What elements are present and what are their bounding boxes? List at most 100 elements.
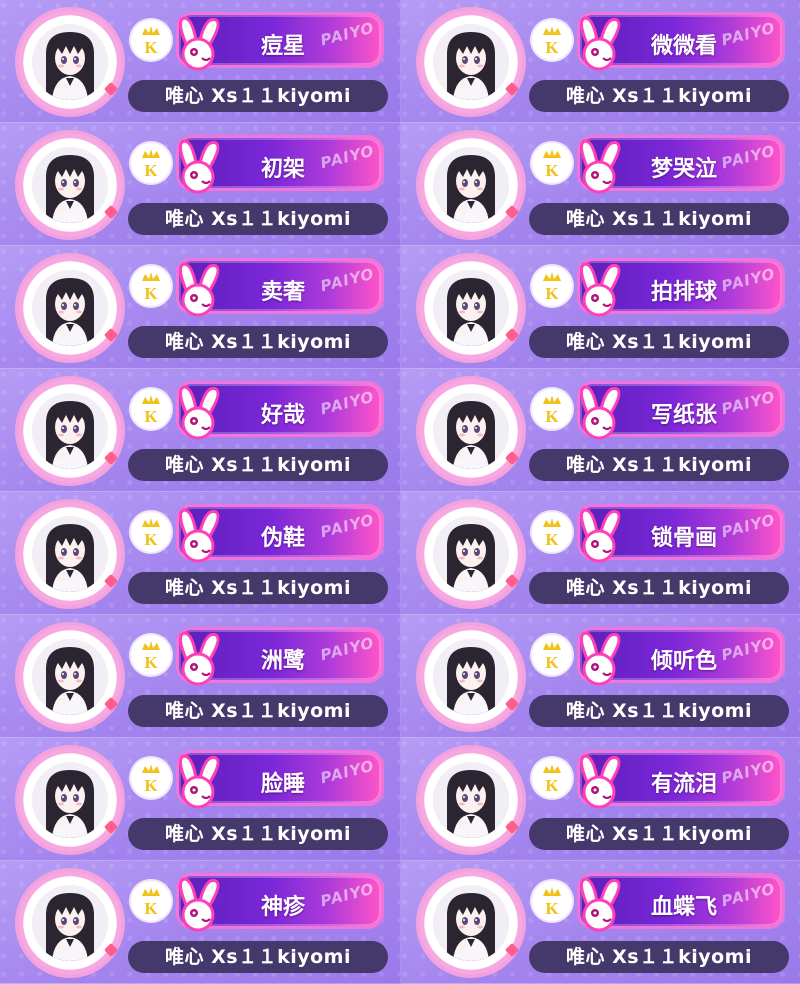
crown-k-icon: K: [532, 512, 572, 552]
nameplate-card[interactable]: K 有流泪 PAIYO 唯心 Xs１１kiyomi: [400, 738, 800, 861]
brand-watermark: PAIYO: [318, 264, 377, 296]
nameplate-card[interactable]: K 微微看 PAIYO 唯心 Xs１１kiyomi: [400, 0, 800, 123]
brand-watermark: PAIYO: [719, 264, 778, 296]
svg-text:K: K: [144, 530, 158, 549]
username-label: 唯心 Xs１１kiyomi: [529, 449, 789, 481]
username-label: 唯心 Xs１１kiyomi: [529, 326, 789, 358]
anime-girl-avatar-icon: [433, 393, 509, 469]
pink-bunny-icon: [573, 260, 631, 320]
avatar-frame: [18, 502, 122, 606]
avatar-frame: [18, 10, 122, 114]
crown-k-icon: K: [532, 635, 572, 675]
crown-k-icon: K: [131, 881, 171, 921]
brand-watermark: PAIYO: [318, 633, 377, 665]
brand-watermark: PAIYO: [318, 510, 377, 542]
nameplate-card[interactable]: K 锁骨画 PAIYO 唯心 Xs１１kiyomi: [400, 492, 800, 615]
crown-k-icon: K: [131, 635, 171, 675]
crown-k-icon: K: [131, 389, 171, 429]
avatar: [433, 147, 509, 223]
nameplate-card[interactable]: K 伪鞋 PAIYO 唯心 Xs１１kiyomi: [0, 492, 400, 615]
brand-watermark: PAIYO: [318, 141, 377, 173]
crown-k-icon: K: [131, 20, 171, 60]
nameplate-card[interactable]: K 洲鹭 PAIYO 唯心 Xs１１kiyomi: [0, 615, 400, 738]
crown-k-icon: K: [532, 881, 572, 921]
pink-bunny-icon: [573, 14, 631, 74]
svg-text:K: K: [545, 530, 559, 549]
avatar: [433, 639, 509, 715]
nameplate-grid: K 痘星 PAIYO 唯心 Xs１１kiyomi K 微微看 PAIYO 唯心 …: [0, 0, 800, 984]
heart-icon: [103, 81, 119, 97]
svg-text:K: K: [144, 653, 158, 672]
nameplate-card[interactable]: K 卖奢 PAIYO 唯心 Xs１１kiyomi: [0, 246, 400, 369]
username-label: 唯心 Xs１１kiyomi: [529, 203, 789, 235]
anime-girl-avatar-icon: [433, 270, 509, 346]
crown-k-icon: K: [532, 143, 572, 183]
crown-k-icon: K: [532, 758, 572, 798]
anime-girl-avatar-icon: [433, 885, 509, 961]
svg-text:K: K: [545, 38, 559, 57]
nameplate-card[interactable]: K 痘星 PAIYO 唯心 Xs１１kiyomi: [0, 0, 400, 123]
avatar: [32, 762, 108, 838]
nameplate-card[interactable]: K 拍排球 PAIYO 唯心 Xs１１kiyomi: [400, 246, 800, 369]
pink-bunny-icon: [573, 875, 631, 935]
username-label: 唯心 Xs１１kiyomi: [529, 818, 789, 850]
nameplate-card[interactable]: K 倾听色 PAIYO 唯心 Xs１１kiyomi: [400, 615, 800, 738]
pink-bunny-icon: [573, 383, 631, 443]
avatar-frame: [419, 256, 523, 360]
brand-watermark: PAIYO: [719, 387, 778, 419]
svg-text:K: K: [545, 284, 559, 303]
nameplate-card[interactable]: K 梦哭泣 PAIYO 唯心 Xs１１kiyomi: [400, 123, 800, 246]
pink-bunny-icon: [172, 383, 230, 443]
username-label: 唯心 Xs１１kiyomi: [128, 695, 388, 727]
heart-icon: [103, 450, 119, 466]
heart-icon: [103, 942, 119, 958]
avatar: [32, 639, 108, 715]
pink-bunny-icon: [573, 506, 631, 566]
heart-icon: [504, 696, 520, 712]
anime-girl-avatar-icon: [32, 393, 108, 469]
nameplate-card[interactable]: K 写纸张 PAIYO 唯心 Xs１１kiyomi: [400, 369, 800, 492]
svg-text:K: K: [545, 407, 559, 426]
avatar: [433, 516, 509, 592]
pink-bunny-icon: [573, 137, 631, 197]
svg-text:K: K: [144, 776, 158, 795]
crown-k-icon: K: [532, 20, 572, 60]
avatar: [433, 885, 509, 961]
username-label: 唯心 Xs１１kiyomi: [128, 449, 388, 481]
nameplate-card[interactable]: K 神疹 PAIYO 唯心 Xs１１kiyomi: [0, 861, 400, 984]
avatar-frame: [419, 10, 523, 114]
avatar: [433, 24, 509, 100]
svg-text:K: K: [144, 899, 158, 918]
pink-bunny-icon: [172, 506, 230, 566]
heart-icon: [504, 81, 520, 97]
anime-girl-avatar-icon: [433, 639, 509, 715]
crown-k-icon: K: [131, 758, 171, 798]
crown-k-icon: K: [131, 266, 171, 306]
crown-k-icon: K: [532, 266, 572, 306]
svg-text:K: K: [144, 284, 158, 303]
nameplate-card[interactable]: K 脸睡 PAIYO 唯心 Xs１１kiyomi: [0, 738, 400, 861]
heart-icon: [504, 942, 520, 958]
nameplate-card[interactable]: K 初架 PAIYO 唯心 Xs１１kiyomi: [0, 123, 400, 246]
username-label: 唯心 Xs１１kiyomi: [529, 80, 789, 112]
heart-icon: [103, 696, 119, 712]
heart-icon: [103, 327, 119, 343]
svg-text:K: K: [144, 407, 158, 426]
avatar-frame: [419, 502, 523, 606]
brand-watermark: PAIYO: [719, 633, 778, 665]
nameplate-card[interactable]: K 好哉 PAIYO 唯心 Xs１１kiyomi: [0, 369, 400, 492]
anime-girl-avatar-icon: [32, 24, 108, 100]
crown-k-icon: K: [131, 143, 171, 183]
anime-girl-avatar-icon: [32, 147, 108, 223]
avatar: [32, 393, 108, 469]
crown-k-icon: K: [532, 389, 572, 429]
avatar-frame: [419, 871, 523, 975]
brand-watermark: PAIYO: [318, 387, 377, 419]
brand-watermark: PAIYO: [719, 510, 778, 542]
brand-watermark: PAIYO: [318, 879, 377, 911]
username-label: 唯心 Xs１１kiyomi: [128, 941, 388, 973]
pink-bunny-icon: [573, 629, 631, 689]
nameplate-card[interactable]: K 血蝶飞 PAIYO 唯心 Xs１１kiyomi: [400, 861, 800, 984]
avatar-frame: [18, 625, 122, 729]
heart-icon: [504, 327, 520, 343]
